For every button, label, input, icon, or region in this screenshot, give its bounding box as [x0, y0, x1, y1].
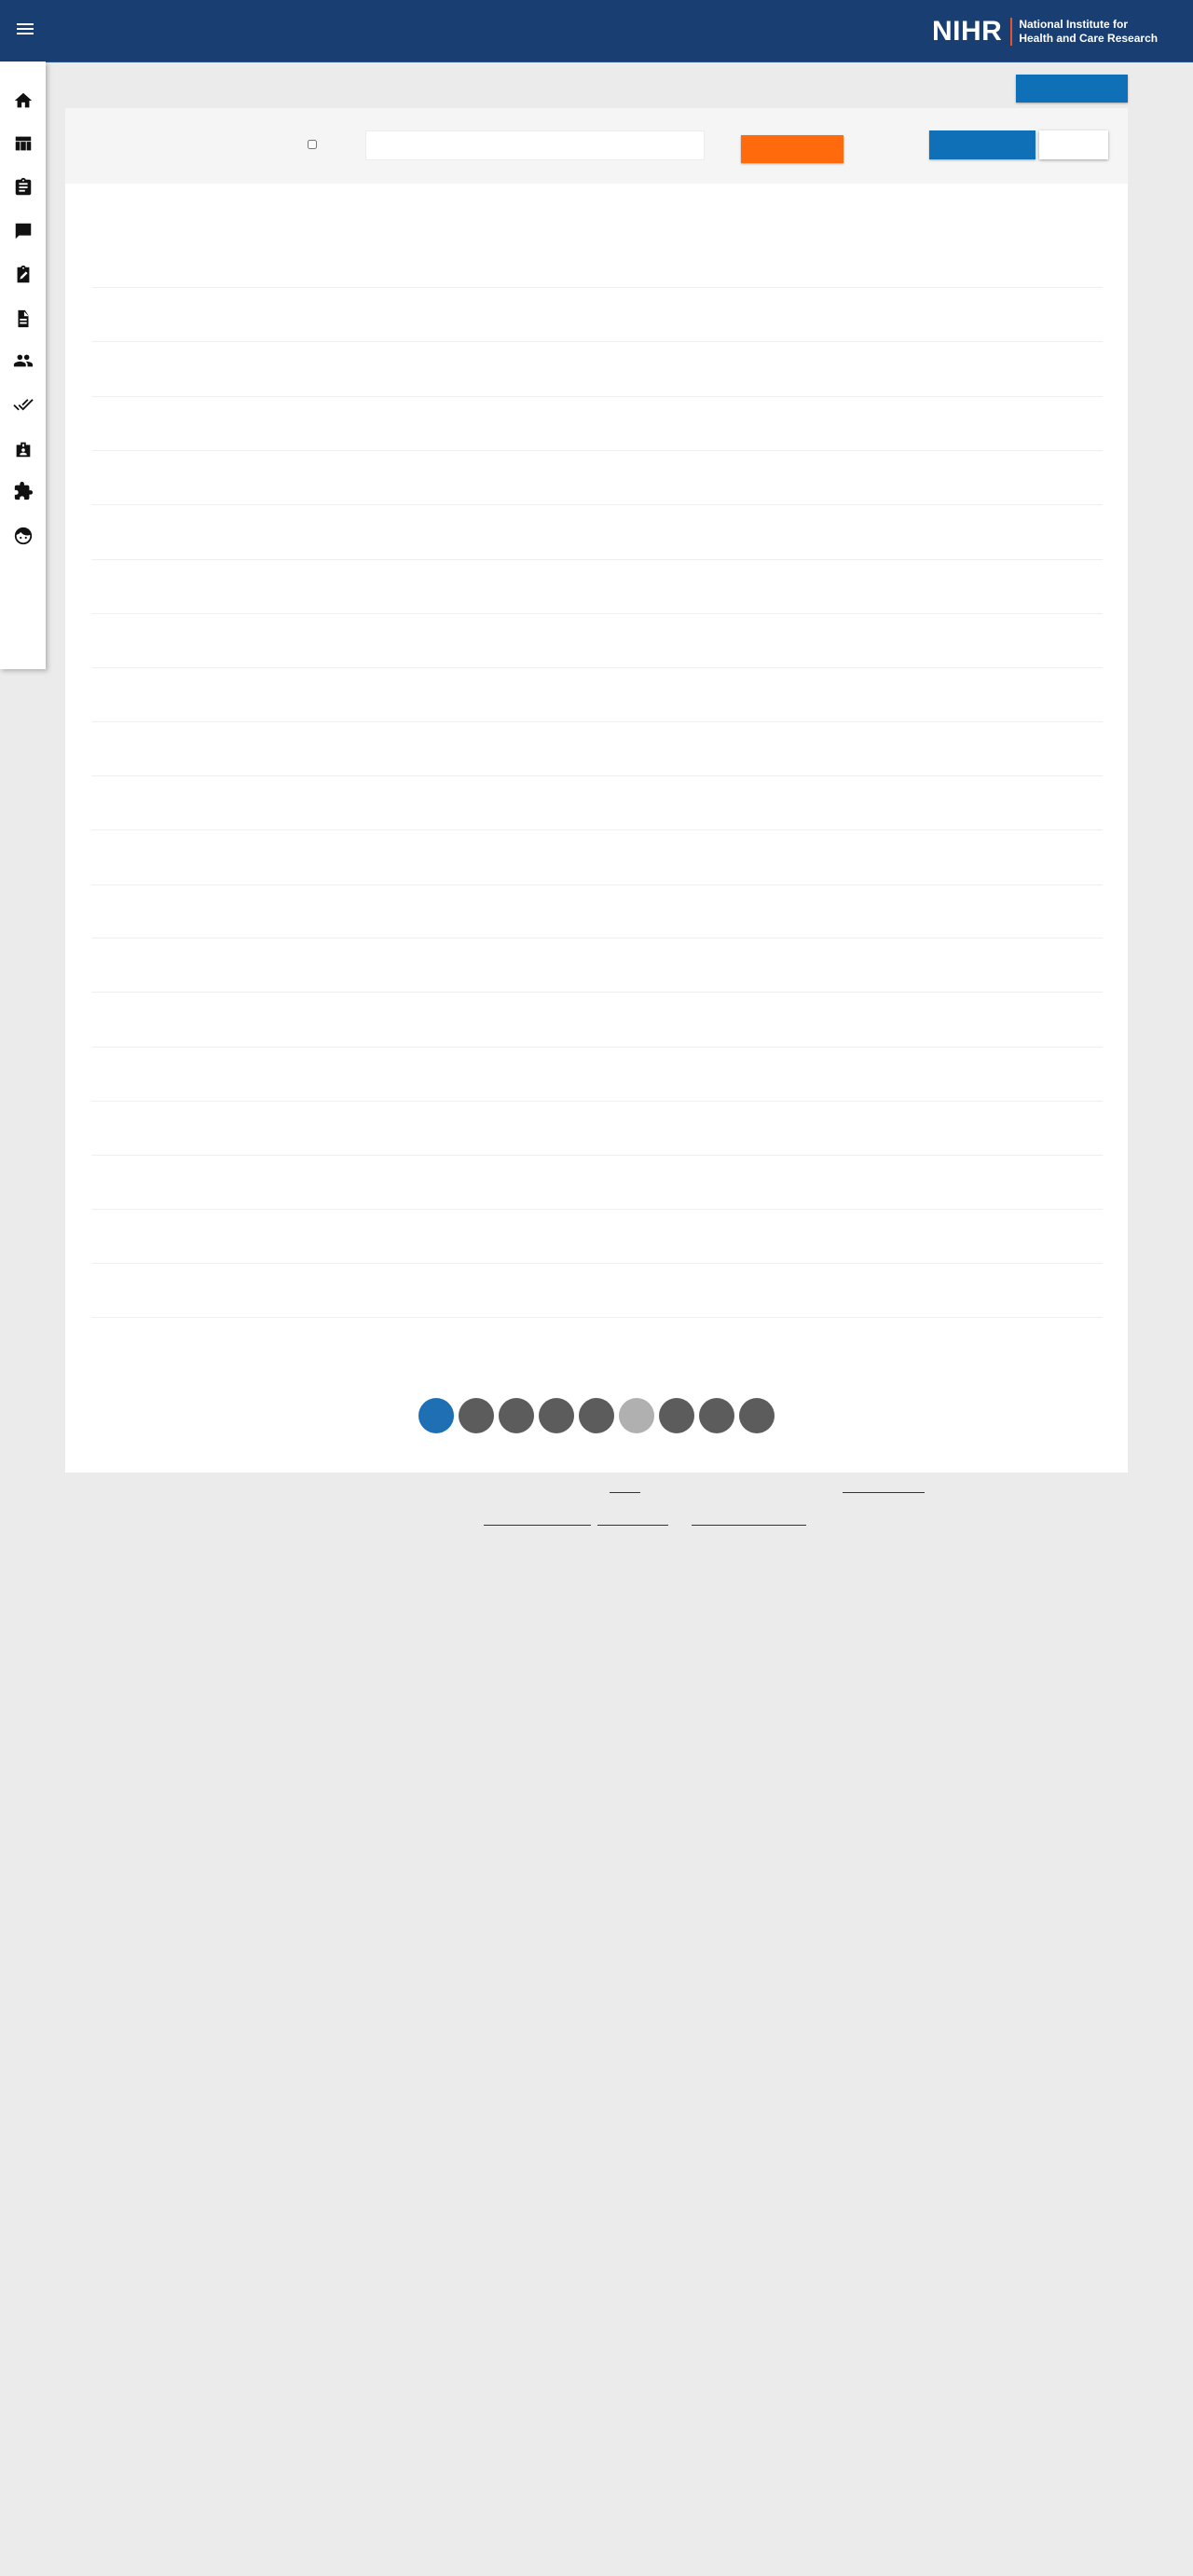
logo-separator [1010, 18, 1013, 46]
table-row [91, 450, 1103, 451]
table-row [91, 1317, 1103, 1318]
table-row [91, 287, 1103, 288]
page-button-3[interactable] [499, 1398, 534, 1433]
nihr-logo: NIHR National Institute for Health and C… [932, 13, 1158, 50]
table-row [91, 775, 1103, 776]
footer-link[interactable] [692, 1525, 806, 1526]
primary-action-button[interactable] [929, 130, 1035, 159]
sidebar-nav [0, 62, 46, 669]
table-row [91, 341, 1103, 342]
logo-mark: NIHR [932, 16, 1003, 47]
badge-icon[interactable] [12, 438, 34, 460]
page-button-1[interactable] [418, 1398, 454, 1433]
footer-link[interactable] [843, 1492, 925, 1493]
table-row [91, 504, 1103, 505]
table-row [91, 559, 1103, 560]
page-button-6 [619, 1398, 654, 1433]
people-icon[interactable] [12, 349, 34, 372]
secondary-action-button[interactable] [1039, 130, 1108, 159]
table-row [91, 1047, 1103, 1048]
home-icon[interactable] [12, 89, 34, 112]
extension-icon[interactable] [12, 480, 34, 502]
table-row [91, 1209, 1103, 1210]
footer-link[interactable] [597, 1525, 668, 1526]
pagination [418, 1398, 775, 1433]
menu-icon[interactable] [15, 21, 37, 41]
page-button-2[interactable] [459, 1398, 494, 1433]
logo-line-2: Health and Care Research [1019, 32, 1159, 45]
table-row [91, 1155, 1103, 1156]
page-button-4[interactable] [539, 1398, 574, 1433]
face-icon[interactable] [12, 525, 34, 547]
edit-note-icon[interactable] [12, 264, 34, 286]
table-row [91, 613, 1103, 614]
list-alt-icon[interactable] [12, 220, 34, 242]
table-row [91, 721, 1103, 722]
table-row [91, 992, 1103, 993]
footer-link[interactable] [484, 1525, 591, 1526]
description-icon[interactable] [12, 308, 34, 330]
assignment-icon[interactable] [12, 176, 34, 199]
table-row [91, 396, 1103, 397]
table-icon[interactable] [12, 132, 34, 155]
table-row [91, 1263, 1103, 1264]
done-all-icon[interactable] [12, 393, 34, 416]
table-row [91, 884, 1103, 885]
top-app-bar: NIHR National Institute for Health and C… [0, 0, 1193, 62]
filter-checkbox[interactable] [308, 140, 317, 149]
table-row [91, 1101, 1103, 1102]
table-row [91, 667, 1103, 668]
top-action-button[interactable] [1016, 75, 1128, 103]
logo-line-1: National Institute for [1019, 18, 1129, 31]
footer-link[interactable] [610, 1492, 640, 1493]
page-button-5[interactable] [579, 1398, 614, 1433]
search-input[interactable] [365, 130, 705, 160]
page-button-7[interactable] [659, 1398, 694, 1433]
logo-text: National Institute for Health and Care R… [1019, 18, 1158, 46]
page-button-8[interactable] [699, 1398, 734, 1433]
page-button-9[interactable] [739, 1398, 775, 1433]
search-button[interactable] [741, 135, 843, 163]
table-row [91, 938, 1103, 939]
table-row [91, 829, 1103, 830]
main-content-card [65, 108, 1128, 1473]
